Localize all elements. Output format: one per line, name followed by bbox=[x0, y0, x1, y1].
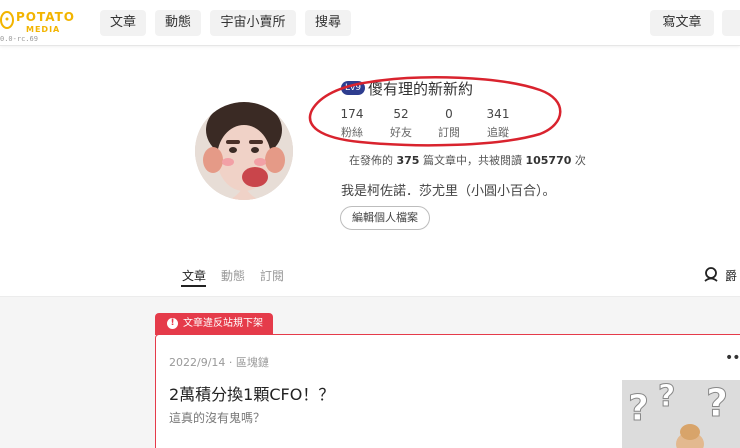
read-count: 105770 bbox=[525, 154, 572, 167]
violation-badge: ! 文章違反站規下架 bbox=[155, 313, 273, 335]
profile-username: 傻有理的新新約 bbox=[368, 80, 474, 98]
nav-search[interactable]: 搜尋 bbox=[305, 10, 351, 36]
stat-subscriptions-value[interactable]: 0 bbox=[429, 107, 469, 121]
active-tab-indicator bbox=[181, 285, 206, 287]
stat-followers-label[interactable]: 粉絲 bbox=[332, 124, 372, 140]
avatar-image bbox=[195, 102, 293, 200]
stat-friends-value[interactable]: 52 bbox=[381, 107, 421, 121]
svg-text:?: ? bbox=[628, 388, 649, 429]
svg-text:?: ? bbox=[658, 380, 675, 414]
article-meta: 2022/9/14 · 區塊鏈 bbox=[169, 356, 269, 369]
logo-wordmark: POTATO bbox=[16, 10, 75, 24]
logo-subtitle: MEDIA bbox=[26, 25, 61, 34]
summary-middle: 篇文章中，共被閱讀 bbox=[422, 154, 522, 167]
more-options-button[interactable]: ••• bbox=[725, 350, 740, 366]
nav-shop[interactable]: 宇宙小賣所 bbox=[210, 10, 296, 36]
tab-activity[interactable]: 動態 bbox=[221, 267, 245, 284]
svg-text:?: ? bbox=[706, 381, 728, 425]
question-marks-image: ? ? ? bbox=[622, 380, 740, 448]
version-label: 0.0-rc.69 bbox=[0, 35, 38, 43]
avatar[interactable] bbox=[195, 102, 293, 200]
stat-friends-label[interactable]: 好友 bbox=[381, 124, 421, 140]
violation-label: 文章違反站規下架 bbox=[183, 318, 263, 329]
reading-summary: 在發佈的 375 篇文章中，共被閱讀 105770 次 bbox=[349, 152, 586, 168]
article-title[interactable]: 2萬積分換1顆CFO！？ bbox=[169, 381, 334, 405]
stat-following-label[interactable]: 追蹤 bbox=[478, 124, 518, 140]
profile-bio: 我是柯佐諾．莎尤里（小圓小百合）。 bbox=[341, 184, 556, 199]
tab-subscriptions[interactable]: 訂閱 bbox=[260, 267, 284, 284]
nav-extra-button[interactable] bbox=[722, 10, 740, 36]
stat-subscriptions-label[interactable]: 訂閱 bbox=[429, 124, 469, 140]
subscribe-label: 爵 bbox=[725, 269, 738, 283]
article-subtitle: 這真的沒有鬼嗎？ bbox=[169, 411, 266, 425]
write-article-button[interactable]: 寫文章 bbox=[650, 10, 714, 36]
stat-followers-value[interactable]: 174 bbox=[332, 107, 372, 121]
summary-suffix: 次 bbox=[574, 154, 586, 167]
nav-articles[interactable]: 文章 bbox=[100, 10, 146, 36]
person-icon bbox=[704, 267, 718, 282]
edit-profile-button[interactable]: 編輯個人檔案 bbox=[340, 206, 430, 230]
tab-articles[interactable]: 文章 bbox=[182, 267, 206, 284]
summary-prefix: 在發佈的 bbox=[349, 154, 393, 167]
stat-following-value[interactable]: 341 bbox=[478, 107, 518, 121]
nav-activity[interactable]: 動態 bbox=[155, 10, 201, 36]
article-count: 375 bbox=[396, 154, 420, 167]
site-logo[interactable]: POTATO MEDIA 0.0-rc.69 bbox=[0, 4, 90, 44]
article-thumbnail[interactable]: ? ? ? bbox=[622, 380, 740, 448]
potato-logo-icon bbox=[0, 11, 14, 29]
alert-circle-icon: ! bbox=[167, 318, 178, 329]
level-badge: Lv9 bbox=[341, 81, 366, 95]
top-navigation: POTATO MEDIA 0.0-rc.69 文章 動態 宇宙小賣所 搜尋 寫文… bbox=[0, 0, 740, 46]
